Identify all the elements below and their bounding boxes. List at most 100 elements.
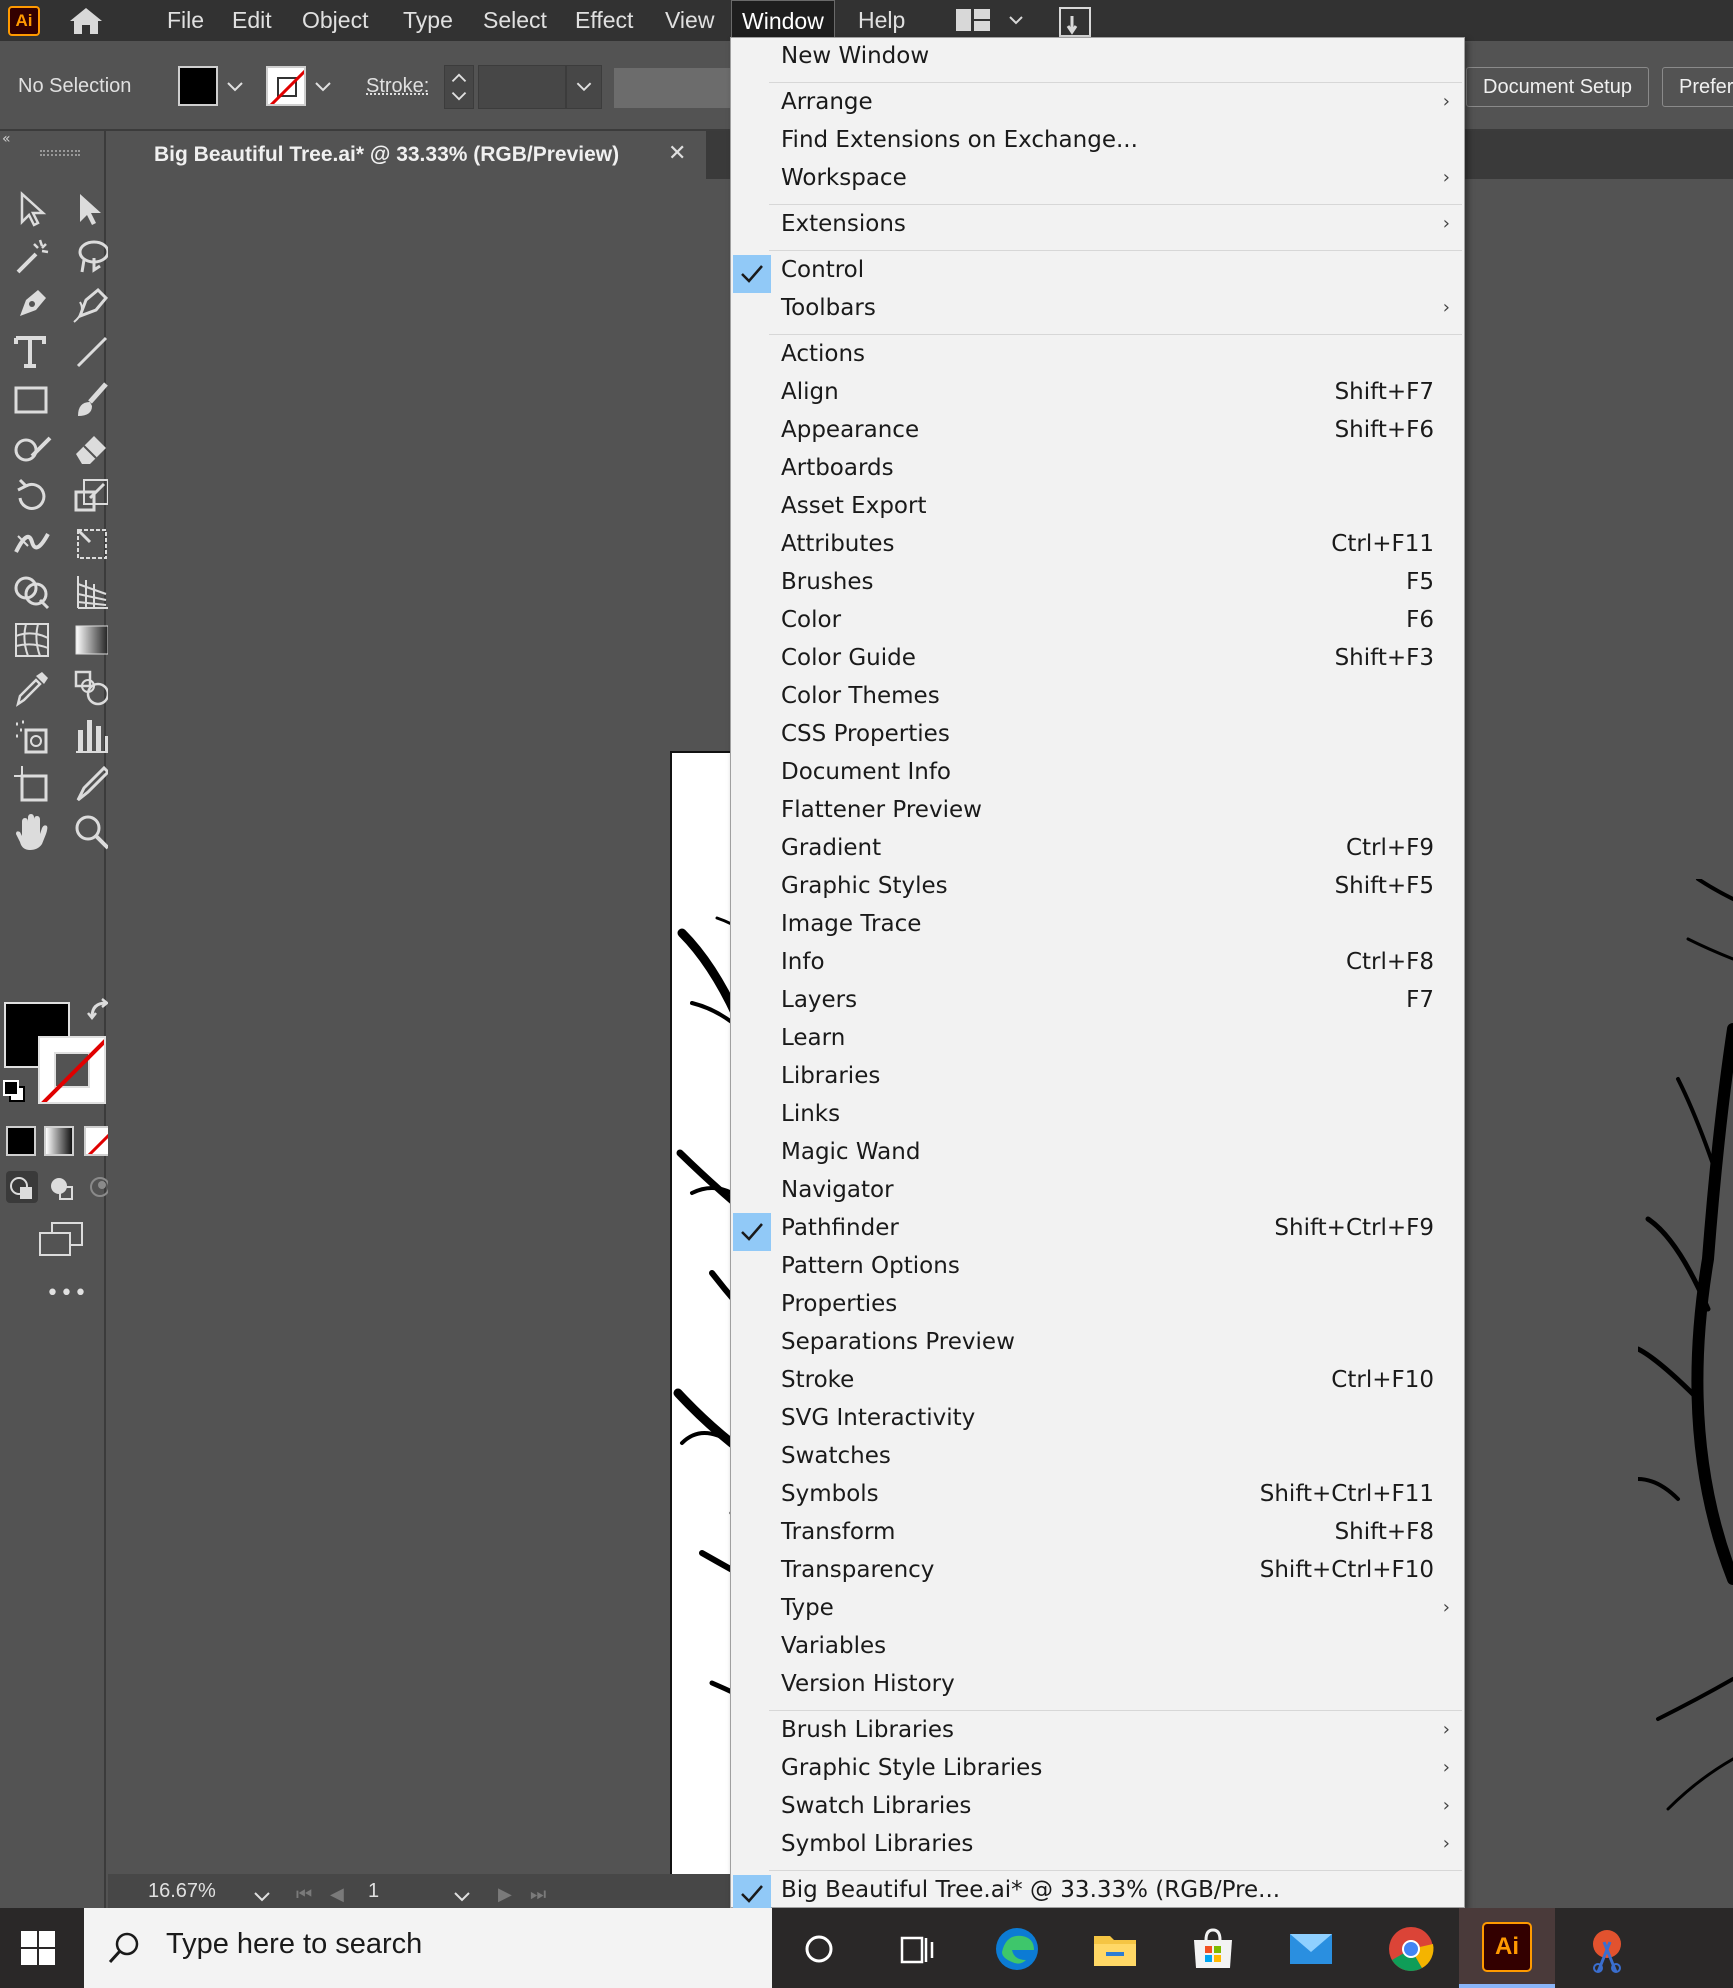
last-artboard-icon[interactable]: ⏭ [530, 1884, 546, 1905]
window-menu-item-appearance[interactable]: Appearance Shift+F6 [731, 415, 1464, 453]
window-menu-item-image-trace[interactable]: Image Trace [731, 909, 1464, 947]
chevron-down-icon[interactable] [222, 71, 248, 101]
store-icon[interactable] [1186, 1922, 1240, 1976]
window-menu-item-asset-export[interactable]: Asset Export [731, 491, 1464, 529]
window-menu-item-artboards[interactable]: Artboards [731, 453, 1464, 491]
variable-width-profile[interactable] [614, 68, 734, 108]
symbol-sprayer-tool-icon[interactable] [10, 714, 54, 758]
file-explorer-icon[interactable] [1088, 1922, 1142, 1976]
mail-icon[interactable] [1284, 1922, 1338, 1976]
window-menu-item-version-history[interactable]: Version History [731, 1669, 1464, 1707]
eyedropper-tool-icon[interactable] [10, 666, 54, 710]
screen-mode-icon[interactable] [38, 1221, 84, 1257]
menu-help[interactable]: Help [848, 0, 915, 41]
pen-tool-icon[interactable] [10, 282, 54, 326]
window-menu-item-color-guide[interactable]: Color Guide Shift+F3 [731, 643, 1464, 681]
menu-object[interactable]: Object [292, 0, 378, 41]
next-artboard-icon[interactable]: ▶ [498, 1884, 512, 1905]
window-menu-item-color[interactable]: Color F6 [731, 605, 1464, 643]
window-menu-item-align[interactable]: Align Shift+F7 [731, 377, 1464, 415]
edge-icon[interactable] [990, 1922, 1044, 1976]
window-menu-item-properties[interactable]: Properties [731, 1289, 1464, 1327]
window-menu-item-new-window[interactable]: New Window [731, 41, 1464, 79]
first-artboard-icon[interactable]: ⏮ [296, 1884, 312, 1905]
window-menu-item-libraries[interactable]: Libraries [731, 1061, 1464, 1099]
window-menu-item-swatches[interactable]: Swatches [731, 1441, 1464, 1479]
magic-wand-tool-icon[interactable] [10, 234, 54, 278]
window-menu-item-document-info[interactable]: Document Info [731, 757, 1464, 795]
window-menu-item-control[interactable]: Control [731, 255, 1464, 293]
default-fill-stroke-icon[interactable] [2, 1079, 26, 1103]
window-menu-item-pathfinder[interactable]: Pathfinder Shift+Ctrl+F9 [731, 1213, 1464, 1251]
stroke-weight-input[interactable] [478, 65, 566, 109]
window-menu-item-toolbars[interactable]: Toolbars › [731, 293, 1464, 331]
rectangle-tool-icon[interactable] [10, 378, 54, 422]
chrome-icon[interactable] [1384, 1922, 1438, 1976]
chevron-down-icon[interactable] [250, 1884, 274, 1908]
snip-icon[interactable] [1580, 1922, 1634, 1976]
window-menu-item-layers[interactable]: Layers F7 [731, 985, 1464, 1023]
task-view-icon[interactable] [890, 1922, 944, 1976]
taskbar-search-box[interactable]: Type here to search [84, 1908, 772, 1988]
stroke-weight-stepper[interactable] [444, 65, 474, 109]
shape-builder-tool-icon[interactable] [10, 570, 54, 614]
workspace-switcher-icon[interactable] [955, 5, 991, 35]
windows-start-icon[interactable] [18, 1928, 58, 1968]
window-menu-item-info[interactable]: Info Ctrl+F8 [731, 947, 1464, 985]
home-icon[interactable] [66, 6, 106, 36]
type-tool-icon[interactable] [10, 330, 54, 374]
window-menu-item-magic-wand[interactable]: Magic Wand [731, 1137, 1464, 1175]
window-menu-item-symbol-libraries[interactable]: Symbol Libraries › [731, 1829, 1464, 1867]
window-menu-item-symbols[interactable]: Symbols Shift+Ctrl+F11 [731, 1479, 1464, 1517]
window-menu-item-css-properties[interactable]: CSS Properties [731, 719, 1464, 757]
window-menu-item-attributes[interactable]: Attributes Ctrl+F11 [731, 529, 1464, 567]
chevron-down-icon[interactable] [1006, 10, 1026, 30]
window-menu-item-actions[interactable]: Actions [731, 339, 1464, 377]
shaper-tool-icon[interactable] [10, 426, 54, 470]
window-menu-item-type[interactable]: Type › [731, 1593, 1464, 1631]
close-icon[interactable]: ✕ [668, 141, 686, 166]
window-menu-item-navigator[interactable]: Navigator [731, 1175, 1464, 1213]
window-menu-item-graphic-style-libraries[interactable]: Graphic Style Libraries › [731, 1753, 1464, 1791]
gradient-mode-button[interactable] [44, 1126, 74, 1156]
cortana-icon[interactable] [792, 1922, 846, 1976]
preferences-button[interactable]: Prefer [1662, 67, 1733, 107]
panel-grip[interactable] [40, 150, 80, 156]
fill-color-swatch[interactable] [178, 66, 218, 106]
window-menu-item-graphic-styles[interactable]: Graphic Styles Shift+F5 [731, 871, 1464, 909]
app-logo[interactable]: Ai [8, 6, 40, 36]
stroke-label[interactable]: Stroke: [366, 75, 429, 98]
rotate-tool-icon[interactable] [10, 474, 54, 518]
collapse-panel-icon[interactable]: « [2, 131, 11, 147]
window-menu-item-pattern-options[interactable]: Pattern Options [731, 1251, 1464, 1289]
document-setup-button[interactable]: Document Setup [1466, 67, 1649, 107]
window-menu-item-links[interactable]: Links [731, 1099, 1464, 1137]
menu-file[interactable]: File [157, 0, 214, 41]
menu-view[interactable]: View [655, 0, 724, 41]
hand-tool-icon[interactable] [10, 810, 54, 854]
window-menu-item-separations-preview[interactable]: Separations Preview [731, 1327, 1464, 1365]
window-menu-item-color-themes[interactable]: Color Themes [731, 681, 1464, 719]
menu-type[interactable]: Type [393, 0, 463, 41]
selection-tool-icon[interactable] [10, 186, 54, 230]
window-menu-item-extensions[interactable]: Extensions › [731, 209, 1464, 247]
window-menu-item-transparency[interactable]: Transparency Shift+Ctrl+F10 [731, 1555, 1464, 1593]
stroke-weight-dropdown[interactable] [566, 65, 602, 109]
edit-toolbar-icon[interactable]: ••• [46, 1281, 88, 1306]
arrange-documents-icon[interactable] [1058, 6, 1094, 38]
width-tool-icon[interactable] [10, 522, 54, 566]
menu-effect[interactable]: Effect [565, 0, 643, 41]
zoom-level-field[interactable]: 16.67% [148, 1880, 216, 1903]
artboard-number[interactable]: 1 [368, 1880, 379, 1903]
window-menu-item-learn[interactable]: Learn [731, 1023, 1464, 1061]
window-menu-item-variables[interactable]: Variables [731, 1631, 1464, 1669]
window-menu-item-transform[interactable]: Transform Shift+F8 [731, 1517, 1464, 1555]
previous-artboard-icon[interactable]: ◀ [330, 1884, 344, 1905]
window-menu-item-brushes[interactable]: Brushes F5 [731, 567, 1464, 605]
artboard-tool-icon[interactable] [10, 762, 54, 806]
window-menu-item-stroke[interactable]: Stroke Ctrl+F10 [731, 1365, 1464, 1403]
draw-behind-icon[interactable] [46, 1171, 78, 1203]
chevron-down-icon[interactable] [310, 71, 336, 101]
window-menu-item-flattener-preview[interactable]: Flattener Preview [731, 795, 1464, 833]
document-tab[interactable]: Big Beautiful Tree.ai* @ 33.33% (RGB/Pre… [106, 131, 706, 179]
